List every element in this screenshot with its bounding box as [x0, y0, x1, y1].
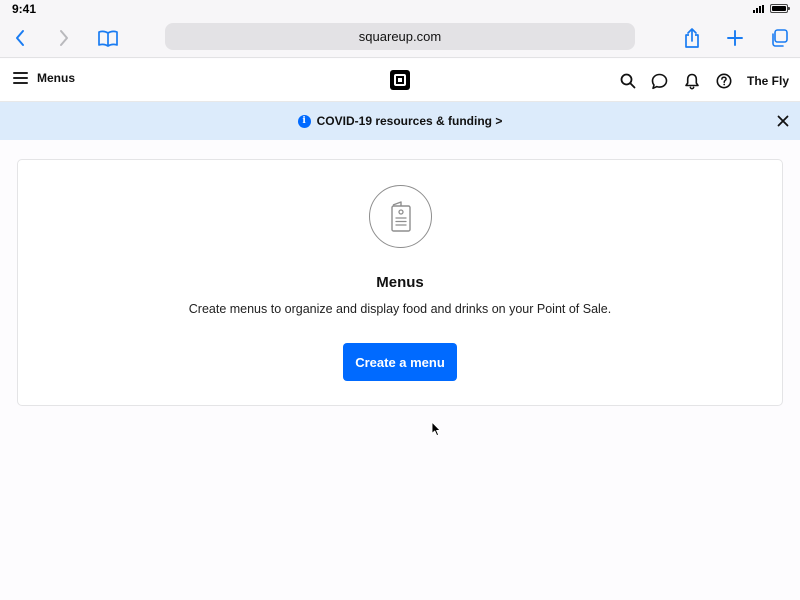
mouse-cursor-icon — [431, 421, 441, 437]
address-bar[interactable]: squareup.com — [165, 23, 635, 50]
share-button[interactable] — [680, 26, 704, 50]
business-name[interactable]: The Fly — [747, 74, 789, 88]
signal-icon — [753, 4, 764, 13]
covid-banner: i COVID-19 resources & funding > — [0, 102, 800, 140]
empty-state-title: Menus — [376, 274, 424, 291]
help-icon — [716, 73, 732, 89]
menu-illustration — [369, 185, 432, 248]
browser-toolbar: squareup.com — [0, 18, 800, 58]
hamburger-icon — [13, 72, 28, 84]
covid-resources-link[interactable]: i COVID-19 resources & funding > — [297, 114, 503, 128]
status-bar: 9:41 — [0, 0, 800, 18]
banner-close-button[interactable] — [776, 114, 790, 128]
app-header: Menus The Fly — [0, 59, 800, 102]
nav-menu-toggle[interactable]: Menus — [13, 71, 75, 85]
create-menu-button[interactable]: Create a menu — [343, 343, 457, 381]
status-time: 9:41 — [12, 2, 37, 16]
search-icon — [620, 73, 636, 89]
banner-text: COVID-19 resources & funding > — [316, 114, 503, 128]
header-actions: The Fly — [617, 70, 800, 92]
back-icon — [16, 30, 24, 46]
help-button[interactable] — [713, 70, 735, 92]
forward-button[interactable] — [52, 26, 76, 50]
chat-icon — [652, 73, 668, 89]
tabs-button[interactable] — [767, 26, 791, 50]
close-icon — [777, 115, 789, 127]
bell-icon — [685, 73, 699, 89]
new-tab-icon — [727, 30, 743, 46]
empty-state-description: Create menus to organize and display foo… — [188, 302, 612, 316]
url-text: squareup.com — [358, 29, 442, 44]
menu-icon — [390, 200, 411, 232]
back-button[interactable] — [8, 26, 32, 50]
status-icons — [753, 4, 790, 13]
share-icon — [685, 28, 699, 48]
new-tab-button[interactable] — [723, 26, 747, 50]
battery-icon — [770, 4, 790, 13]
page-title: Menus — [37, 71, 76, 85]
messages-button[interactable] — [649, 70, 671, 92]
menus-empty-state-card: Menus Create menus to organize and displ… — [17, 159, 783, 406]
info-icon: i — [297, 114, 311, 128]
search-button[interactable] — [617, 70, 639, 92]
forward-icon — [60, 30, 68, 46]
bookmarks-button[interactable] — [96, 26, 120, 50]
notifications-button[interactable] — [681, 70, 703, 92]
bookmarks-icon — [98, 30, 118, 47]
square-logo[interactable] — [390, 70, 410, 90]
tabs-icon — [772, 29, 788, 47]
